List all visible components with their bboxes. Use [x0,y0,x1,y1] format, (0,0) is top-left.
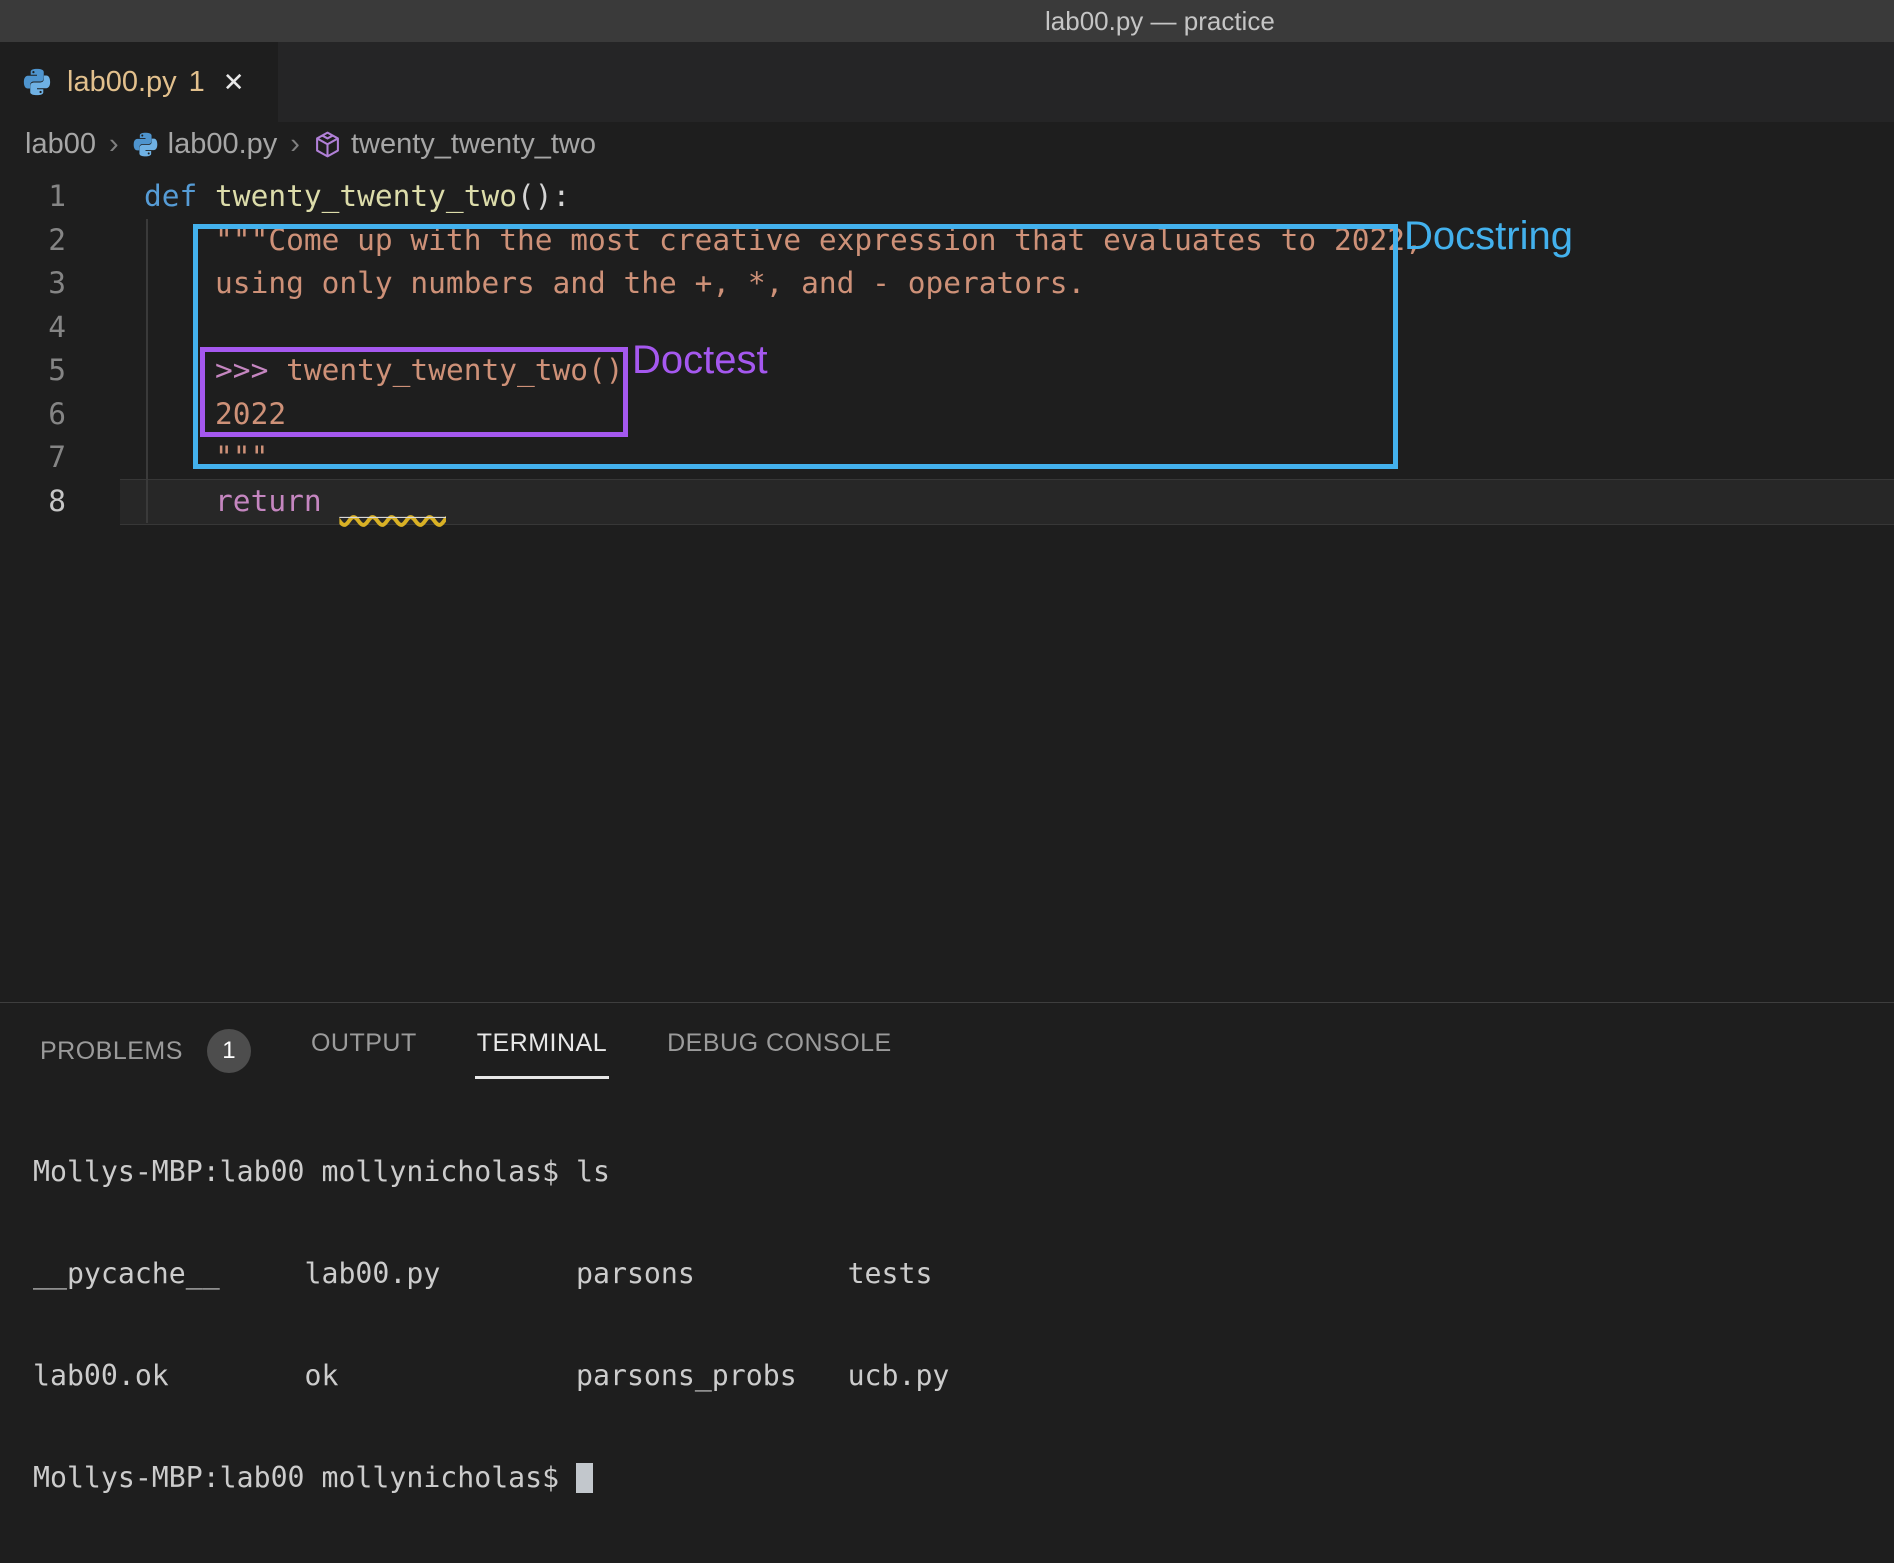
chevron-right-icon: › [109,128,119,161]
line-number: 6 [0,393,144,437]
code-line: 6 2022 [0,393,1894,437]
chevron-right-icon: › [290,128,300,161]
tab-close-icon[interactable]: ✕ [223,69,245,95]
bottom-panel: PROBLEMS 1 OUTPUT TERMINAL DEBUG CONSOLE… [0,1002,1894,1304]
problems-count-badge: 1 [207,1029,251,1073]
tab-terminal[interactable]: TERMINAL [475,1003,609,1079]
tab-debug-console[interactable]: DEBUG CONSOLE [665,1003,894,1079]
tab-modified-badge: 1 [189,66,205,99]
tab-output[interactable]: OUTPUT [309,1003,419,1079]
code-lines: 1 def twenty_twenty_two(): 2 """Come up … [0,175,1894,523]
code-line: 5 >>> twenty_twenty_two() [0,349,1894,393]
docstring-annotation-label: Docstring [1404,214,1573,259]
breadcrumb-folder[interactable]: lab00 [25,128,96,161]
tab-lab00-py[interactable]: lab00.py 1 ✕ [0,42,278,122]
window-titlebar: lab00.py — practice [0,0,1894,42]
line-number: 3 [0,262,144,306]
line-number: 4 [0,306,144,350]
line-number: 7 [0,436,144,480]
namespace-cube-icon [313,130,342,159]
terminal-line: lab00.ok ok parsons_probs ucb.py [33,1359,1894,1393]
terminal-line: __pycache__ lab00.py parsons tests [33,1257,1894,1291]
code-line: 1 def twenty_twenty_two(): [0,175,1894,219]
tab-problems[interactable]: PROBLEMS 1 [38,1003,253,1094]
breadcrumb-symbol[interactable]: twenty_twenty_two [313,128,596,161]
code-line: 2 """Come up with the most creative expr… [0,219,1894,263]
line-number: 2 [0,219,144,263]
line-number: 5 [0,349,144,393]
breadcrumb-symbol-label: twenty_twenty_two [351,128,596,161]
python-icon [132,131,159,158]
code-line: 4 [0,306,1894,350]
line-number: 8 [0,480,144,524]
terminal-cursor [576,1463,593,1493]
editor-tab-strip: lab00.py 1 ✕ [0,42,1894,122]
terminal-output[interactable]: Mollys-MBP:lab00 mollynicholas$ ls __pyc… [33,1087,1894,1563]
window-title: lab00.py — practice [1045,0,1275,42]
code-editor[interactable]: 1 def twenty_twenty_two(): 2 """Come up … [0,166,1894,1002]
warning-squiggle-blank: ______ [339,484,446,518]
code-line: 7 """ [0,436,1894,480]
panel-tab-bar: PROBLEMS 1 OUTPUT TERMINAL DEBUG CONSOLE [0,1003,1894,1094]
python-icon [22,67,52,97]
code-line: 3 using only numbers and the +, *, and -… [0,262,1894,306]
breadcrumb-file-label: lab00.py [168,128,278,161]
breadcrumb-file[interactable]: lab00.py [132,128,278,161]
tab-filename: lab00.py [67,66,177,99]
breadcrumb: lab00 › lab00.py › twenty_twenty_two [0,122,1894,166]
terminal-line: Mollys-MBP:lab00 mollynicholas$ [33,1461,1894,1495]
doctest-annotation-label: Doctest [632,338,768,383]
terminal-line: Mollys-MBP:lab00 mollynicholas$ ls [33,1155,1894,1189]
code-line: 8 return ______ [0,480,1894,524]
line-number: 1 [0,175,144,219]
